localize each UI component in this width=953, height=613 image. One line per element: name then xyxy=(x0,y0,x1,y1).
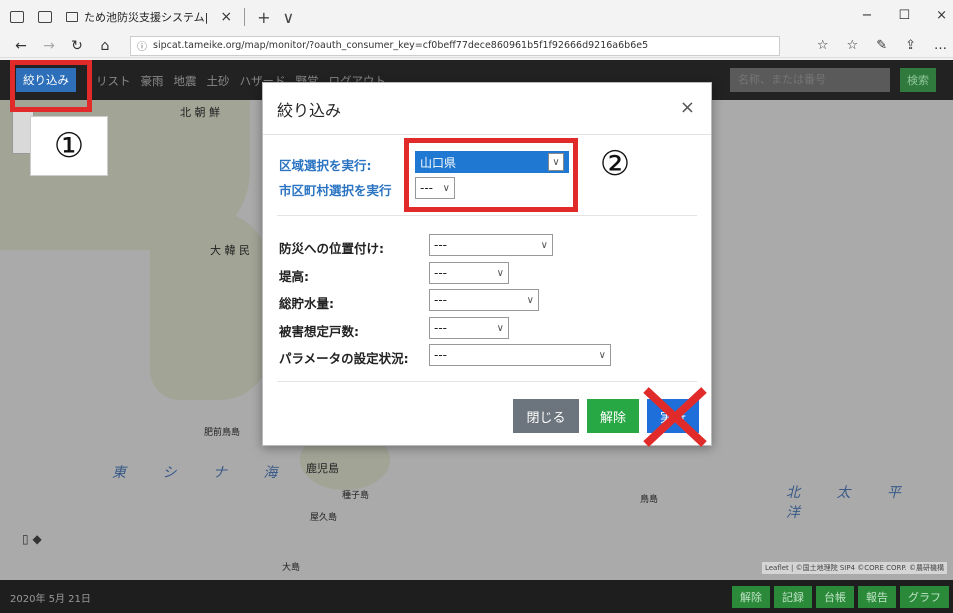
city-label: 市区町村選択を実行 xyxy=(279,183,392,198)
divider xyxy=(277,381,697,382)
map-label: 鹿児島 xyxy=(306,462,339,475)
nav-landslide[interactable]: 土砂 xyxy=(207,73,230,89)
storage-select[interactable]: --- ∨ xyxy=(429,289,539,311)
map-tag-icon[interactable]: ◆ xyxy=(32,532,41,546)
field-row: 被害想定戸数: xyxy=(279,321,359,340)
bottom-bar: 2020年 5月 21日 解除 記録 台帳 報告 グラフ xyxy=(0,580,953,613)
chevron-down-icon: ∨ xyxy=(540,239,548,251)
tab-preview-icon[interactable] xyxy=(38,11,52,23)
tab-actions-icon[interactable] xyxy=(10,11,24,23)
bottom-buttons: 解除 記録 台帳 報告 グラフ xyxy=(732,586,949,608)
field-label: パラメータの設定状況: xyxy=(279,351,409,366)
nav-list[interactable]: リスト xyxy=(96,73,131,89)
chevron-down-icon: ∨ xyxy=(496,322,504,334)
select-value: --- xyxy=(434,238,447,252)
nav-earthquake[interactable]: 地震 xyxy=(174,73,197,89)
highlight-box-step1 xyxy=(10,60,92,112)
browser-tab-bar: ため池防災支援システム| × + ∨ − ☐ × xyxy=(0,0,953,34)
current-date: 2020年 5月 21日 xyxy=(10,594,91,605)
graph-button[interactable]: グラフ xyxy=(900,586,949,608)
parameter-status-select[interactable]: --- ∨ xyxy=(429,344,611,366)
field-label: 防災への位置付け: xyxy=(279,241,384,256)
map-label: 大 韓 民 xyxy=(210,244,250,257)
tab-close-icon[interactable]: × xyxy=(220,9,232,25)
notes-icon[interactable]: ✎ xyxy=(876,38,887,53)
field-label: 堤高: xyxy=(279,269,309,284)
close-window-icon[interactable]: × xyxy=(936,8,947,23)
map-label: 北 朝 鮮 xyxy=(180,106,220,119)
priority-select[interactable]: --- ∨ xyxy=(429,234,553,256)
field-label: 被害想定戸数: xyxy=(279,324,359,339)
ledger-button[interactable]: 台帳 xyxy=(816,586,854,608)
forward-icon[interactable]: → xyxy=(42,38,56,54)
field-row: 防災への位置付け: xyxy=(279,238,384,257)
map-book-icon[interactable]: ▯ xyxy=(22,532,29,546)
close-button[interactable]: 閉じる xyxy=(513,399,579,433)
map-tools: ▯ ◆ xyxy=(22,532,42,546)
land-korea-south xyxy=(150,210,270,400)
chevron-down-icon: ∨ xyxy=(496,267,504,279)
modal-title: 絞り込み xyxy=(277,101,342,120)
address-actions: ☆ ☆ ✎ ⇪ … xyxy=(817,38,947,53)
field-row: パラメータの設定状況: xyxy=(279,348,409,367)
more-icon[interactable]: … xyxy=(934,38,947,53)
favorites-list-icon[interactable]: ☆ xyxy=(847,38,859,53)
back-icon[interactable]: ← xyxy=(14,38,28,54)
field-row: 総貯水量: xyxy=(279,293,334,312)
dam-height-select[interactable]: --- ∨ xyxy=(429,262,509,284)
window-controls: − ☐ × xyxy=(862,8,947,23)
info-icon: ⓘ xyxy=(137,42,147,53)
url-text: sipcat.tameike.org/map/monitor/?oauth_co… xyxy=(153,40,649,51)
reset-button[interactable]: 解除 xyxy=(587,399,639,433)
address-bar: ← → ↻ ⌂ ⓘ sipcat.tameike.org/map/monitor… xyxy=(0,34,953,58)
map-label: 屋久島 xyxy=(310,513,338,523)
modal-close-icon[interactable]: × xyxy=(680,97,695,118)
chevron-down-icon: ∨ xyxy=(526,294,534,306)
url-field[interactable]: ⓘ sipcat.tameike.org/map/monitor/?oauth_… xyxy=(130,35,780,56)
map-label: 肥前鳥島 xyxy=(204,428,241,438)
select-value: --- xyxy=(434,348,447,362)
home-icon[interactable]: ⌂ xyxy=(98,38,112,54)
browser-tab[interactable]: ため池防災支援システム| × xyxy=(66,0,240,34)
report-button[interactable]: 報告 xyxy=(858,586,896,608)
cross-mark-icon xyxy=(643,387,707,447)
sea-label: 北 太 平 洋 xyxy=(786,485,917,521)
divider xyxy=(277,215,697,216)
highlight-box-step2 xyxy=(404,138,578,212)
share-icon[interactable]: ⇪ xyxy=(905,38,916,53)
step2-callout: ② xyxy=(599,144,631,184)
sea-label: 東 シ ナ 海 xyxy=(112,465,294,481)
maximize-icon[interactable]: ☐ xyxy=(898,8,910,23)
record-button[interactable]: 記録 xyxy=(774,586,812,608)
tab-list-icon[interactable]: ∨ xyxy=(283,8,295,27)
region-row: 区域選択を実行: xyxy=(279,155,372,174)
region-label: 区域選択を実行: xyxy=(279,158,372,173)
modal-header: 絞り込み × xyxy=(263,83,711,135)
search-input[interactable] xyxy=(730,68,890,92)
map-label: 鳥島 xyxy=(640,495,659,505)
refresh-icon[interactable]: ↻ xyxy=(70,38,84,54)
tab-title: ため池防災支援システム| xyxy=(84,11,209,24)
chevron-down-icon: ∨ xyxy=(598,349,606,361)
clear-button[interactable]: 解除 xyxy=(732,586,770,608)
page-icon xyxy=(66,12,78,22)
favorite-icon[interactable]: ☆ xyxy=(817,38,829,53)
select-value: --- xyxy=(434,321,447,335)
field-label: 総貯水量: xyxy=(279,296,334,311)
damage-households-select[interactable]: --- ∨ xyxy=(429,317,509,339)
map-attribution: Leaflet | ©国土地理院 SIP4 ©CORE CORP. ©農研機構 xyxy=(761,562,947,574)
step1-callout: ① xyxy=(30,116,108,176)
tab-separator xyxy=(244,8,246,26)
field-row: 堤高: xyxy=(279,266,309,285)
select-value: --- xyxy=(434,293,447,307)
select-value: --- xyxy=(434,266,447,280)
search-button[interactable]: 検索 xyxy=(900,68,936,92)
city-row: 市区町村選択を実行 xyxy=(279,180,392,199)
map-label: 種子島 xyxy=(342,491,370,501)
new-tab-icon[interactable]: + xyxy=(257,8,270,27)
nav-heavy-rain[interactable]: 豪雨 xyxy=(141,73,164,89)
map-label: 大島 xyxy=(282,563,301,573)
minimize-icon[interactable]: − xyxy=(862,8,873,23)
